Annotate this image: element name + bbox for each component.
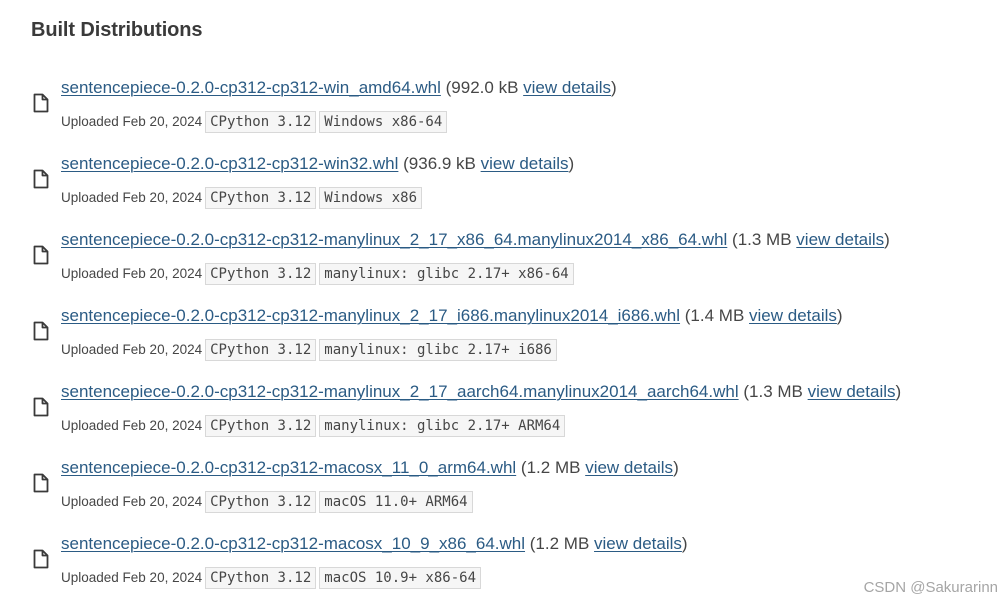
python-version-tag: CPython 3.12 (205, 415, 317, 437)
file-icon (33, 93, 49, 113)
file-size: (936.9 kB (403, 154, 476, 173)
built-distributions-list: sentencepiece-0.2.0-cp312-cp312-win_amd6… (0, 74, 1006, 606)
python-version-tag: CPython 3.12 (205, 567, 317, 589)
view-details-link[interactable]: view details (481, 154, 569, 173)
view-details-link[interactable]: view details (796, 230, 884, 249)
file-size: (992.0 kB (445, 78, 519, 97)
watermark: CSDN @Sakurarinn (863, 579, 998, 596)
platform-tag: manylinux: glibc 2.17+ x86-64 (319, 263, 574, 285)
python-version-tag: CPython 3.12 (205, 187, 317, 209)
file-download-link[interactable]: sentencepiece-0.2.0-cp312-cp312-macosx_1… (61, 534, 525, 553)
platform-tag: Windows x86-64 (319, 111, 448, 133)
file-line: sentencepiece-0.2.0-cp312-cp312-win32.wh… (61, 152, 574, 176)
file-download-link[interactable]: sentencepiece-0.2.0-cp312-cp312-win_amd6… (61, 78, 441, 97)
view-details-link[interactable]: view details (749, 306, 837, 325)
size-close-paren: ) (611, 78, 617, 97)
section-title: Built Distributions (31, 19, 203, 41)
file-line: sentencepiece-0.2.0-cp312-cp312-manylinu… (61, 380, 901, 404)
file-download-link[interactable]: sentencepiece-0.2.0-cp312-cp312-manylinu… (61, 230, 727, 249)
file-meta: Uploaded Feb 20, 2024 CPython 3.12 manyl… (61, 414, 566, 438)
platform-tag: manylinux: glibc 2.17+ ARM64 (319, 415, 566, 437)
view-details-link[interactable]: view details (808, 382, 896, 401)
file-download-link[interactable]: sentencepiece-0.2.0-cp312-cp312-manylinu… (61, 306, 680, 325)
file-meta: Uploaded Feb 20, 2024 CPython 3.12 macOS… (61, 566, 481, 590)
file-icon (33, 245, 49, 265)
file-size: (1.2 MB (520, 458, 581, 477)
file-size: (1.4 MB (684, 306, 745, 325)
platform-tag: macOS 10.9+ x86-64 (319, 567, 481, 589)
upload-date: Uploaded Feb 20, 2024 (61, 418, 203, 433)
file-download-link[interactable]: sentencepiece-0.2.0-cp312-cp312-win32.wh… (61, 154, 398, 173)
file-meta: Uploaded Feb 20, 2024 CPython 3.12 macOS… (61, 490, 473, 514)
file-icon (33, 321, 49, 341)
upload-date: Uploaded Feb 20, 2024 (61, 342, 203, 357)
python-version-tag: CPython 3.12 (205, 491, 317, 513)
file-meta: Uploaded Feb 20, 2024 CPython 3.12 manyl… (61, 338, 557, 362)
platform-tag: manylinux: glibc 2.17+ i686 (319, 339, 557, 361)
upload-date: Uploaded Feb 20, 2024 (61, 114, 203, 129)
file-icon (33, 397, 49, 417)
file-download-link[interactable]: sentencepiece-0.2.0-cp312-cp312-manylinu… (61, 382, 739, 401)
file-icon (33, 169, 49, 189)
python-version-tag: CPython 3.12 (205, 111, 317, 133)
view-details-link[interactable]: view details (594, 534, 682, 553)
size-close-paren: ) (673, 458, 679, 477)
file-item: sentencepiece-0.2.0-cp312-cp312-manylinu… (0, 378, 1006, 454)
file-meta: Uploaded Feb 20, 2024 CPython 3.12 Windo… (61, 186, 422, 210)
file-item: sentencepiece-0.2.0-cp312-cp312-macosx_1… (0, 454, 1006, 530)
size-close-paren: ) (568, 154, 575, 173)
file-line: sentencepiece-0.2.0-cp312-cp312-manylinu… (61, 228, 890, 252)
upload-date: Uploaded Feb 20, 2024 (61, 570, 203, 585)
platform-tag: macOS 11.0+ ARM64 (319, 491, 473, 513)
file-line: sentencepiece-0.2.0-cp312-cp312-macosx_1… (61, 456, 679, 480)
file-item: sentencepiece-0.2.0-cp312-cp312-win_amd6… (0, 74, 1006, 150)
file-icon (33, 549, 49, 569)
file-meta: Uploaded Feb 20, 2024 CPython 3.12 Windo… (61, 110, 448, 134)
python-version-tag: CPython 3.12 (205, 339, 317, 361)
view-details-link[interactable]: view details (523, 78, 611, 97)
size-close-paren: ) (681, 534, 688, 553)
python-version-tag: CPython 3.12 (205, 263, 317, 285)
file-item: sentencepiece-0.2.0-cp312-cp312-win32.wh… (0, 150, 1006, 226)
upload-date: Uploaded Feb 20, 2024 (61, 266, 203, 281)
file-size: (1.3 MB (743, 382, 803, 401)
size-close-paren: ) (895, 382, 902, 401)
file-icon (33, 473, 49, 493)
file-meta: Uploaded Feb 20, 2024 CPython 3.12 manyl… (61, 262, 574, 286)
file-line: sentencepiece-0.2.0-cp312-cp312-manylinu… (61, 304, 843, 328)
size-close-paren: ) (836, 306, 843, 325)
file-item: sentencepiece-0.2.0-cp312-cp312-manylinu… (0, 302, 1006, 378)
upload-date: Uploaded Feb 20, 2024 (61, 190, 203, 205)
size-close-paren: ) (884, 230, 890, 249)
file-item: sentencepiece-0.2.0-cp312-cp312-macosx_1… (0, 530, 1006, 606)
file-line: sentencepiece-0.2.0-cp312-cp312-macosx_1… (61, 532, 688, 556)
file-download-link[interactable]: sentencepiece-0.2.0-cp312-cp312-macosx_1… (61, 458, 516, 477)
platform-tag: Windows x86 (319, 187, 422, 209)
file-line: sentencepiece-0.2.0-cp312-cp312-win_amd6… (61, 76, 617, 100)
upload-date: Uploaded Feb 20, 2024 (61, 494, 203, 509)
file-size: (1.2 MB (529, 534, 590, 553)
file-size: (1.3 MB (732, 230, 792, 249)
view-details-link[interactable]: view details (585, 458, 673, 477)
file-item: sentencepiece-0.2.0-cp312-cp312-manylinu… (0, 226, 1006, 302)
